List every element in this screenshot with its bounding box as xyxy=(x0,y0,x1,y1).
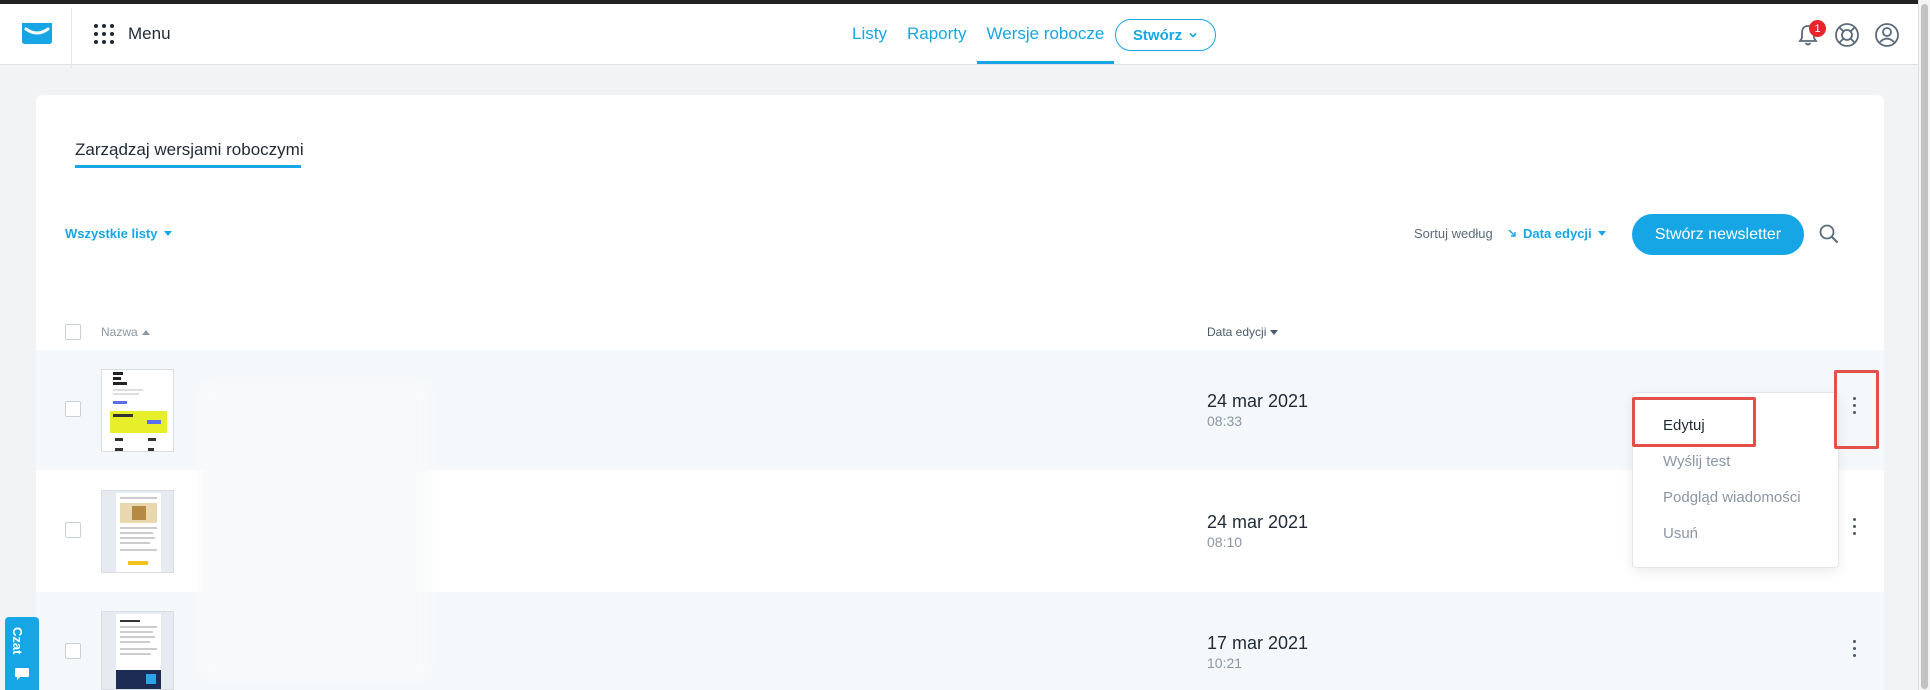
nav-lists[interactable]: Listy xyxy=(842,4,897,64)
row-checkbox[interactable] xyxy=(65,401,81,417)
newsletter-preview-icon xyxy=(110,372,167,451)
help-lifebuoy-icon[interactable] xyxy=(1833,21,1861,49)
menu-item-preview[interactable]: Podgląd wiadomości xyxy=(1663,489,1801,506)
chevron-down-icon xyxy=(1189,32,1197,38)
column-header-date[interactable]: Data edycji xyxy=(1207,325,1279,339)
column-header-name[interactable]: Nazwa xyxy=(101,325,150,339)
list-filter-label: Wszystkie listy xyxy=(65,226,158,241)
sort-label: Sortuj według xyxy=(1414,226,1493,241)
divider xyxy=(71,8,72,68)
create-button[interactable]: Stwórz xyxy=(1115,19,1216,51)
select-all-checkbox[interactable] xyxy=(65,324,81,340)
more-options-icon[interactable] xyxy=(1850,397,1858,417)
getresponse-logo-icon[interactable] xyxy=(20,20,54,46)
title-underline xyxy=(75,165,301,168)
chat-tab[interactable]: Czat xyxy=(5,617,39,690)
sort-dropdown[interactable]: Data edycji xyxy=(1508,226,1606,241)
main-nav: Listy Raporty Wersje robocze xyxy=(842,4,1115,64)
chat-label: Czat xyxy=(10,627,25,655)
menu-button[interactable]: Menu xyxy=(94,24,171,44)
caret-down-icon xyxy=(1270,329,1279,335)
row-checkbox[interactable] xyxy=(65,643,81,659)
sort-up-icon xyxy=(141,329,150,335)
draft-thumbnail[interactable] xyxy=(101,611,174,690)
more-options-icon[interactable] xyxy=(1850,640,1858,660)
scrollbar-thumb[interactable] xyxy=(1921,4,1928,689)
top-bar: Menu Listy Raporty Wersje robocze Stwórz… xyxy=(0,0,1918,68)
user-avatar-icon[interactable] xyxy=(1873,21,1901,49)
newsletter-preview-icon xyxy=(116,614,161,689)
nav-drafts[interactable]: Wersje robocze xyxy=(976,4,1115,64)
menu-label: Menu xyxy=(128,24,171,43)
caret-down-icon xyxy=(163,231,172,236)
redacted-names-area xyxy=(200,383,430,678)
nav-reports[interactable]: Raporty xyxy=(897,4,977,64)
notification-badge: 1 xyxy=(1809,20,1826,37)
more-options-icon[interactable] xyxy=(1850,518,1858,538)
page-title: Zarządzaj wersjami roboczymi xyxy=(75,140,304,159)
create-newsletter-button[interactable]: Stwórz newsletter xyxy=(1632,214,1804,255)
menu-item-delete[interactable]: Usuń xyxy=(1663,525,1698,542)
row-edit-date: 24 mar 2021 xyxy=(1207,512,1309,532)
search-icon[interactable] xyxy=(1818,223,1840,245)
create-label: Stwórz xyxy=(1132,26,1183,44)
menu-item-send-test[interactable]: Wyślij test xyxy=(1663,453,1730,470)
row-edit-time: 08:33 xyxy=(1207,413,1243,429)
row-checkbox[interactable] xyxy=(65,522,81,538)
column-name-label: Nazwa xyxy=(101,325,138,339)
menu-item-edit[interactable]: Edytuj xyxy=(1663,417,1705,434)
list-filter-dropdown[interactable]: Wszystkie listy xyxy=(65,226,172,241)
row-edit-time: 08:10 xyxy=(1207,534,1243,550)
row-edit-date: 24 mar 2021 xyxy=(1207,391,1309,411)
draft-thumbnail[interactable] xyxy=(101,369,174,452)
sort-value-label: Data edycji xyxy=(1523,226,1592,241)
draft-thumbnail[interactable] xyxy=(101,490,174,573)
column-date-label: Data edycji xyxy=(1207,325,1267,339)
newsletter-preview-icon xyxy=(116,493,161,572)
chat-bubble-icon xyxy=(15,668,29,680)
row-edit-date: 17 mar 2021 xyxy=(1207,633,1309,653)
caret-down-icon xyxy=(1597,231,1606,236)
apps-grid-icon xyxy=(94,24,114,44)
row-edit-time: 10:21 xyxy=(1207,655,1243,671)
sort-arrow-icon xyxy=(1508,229,1516,237)
